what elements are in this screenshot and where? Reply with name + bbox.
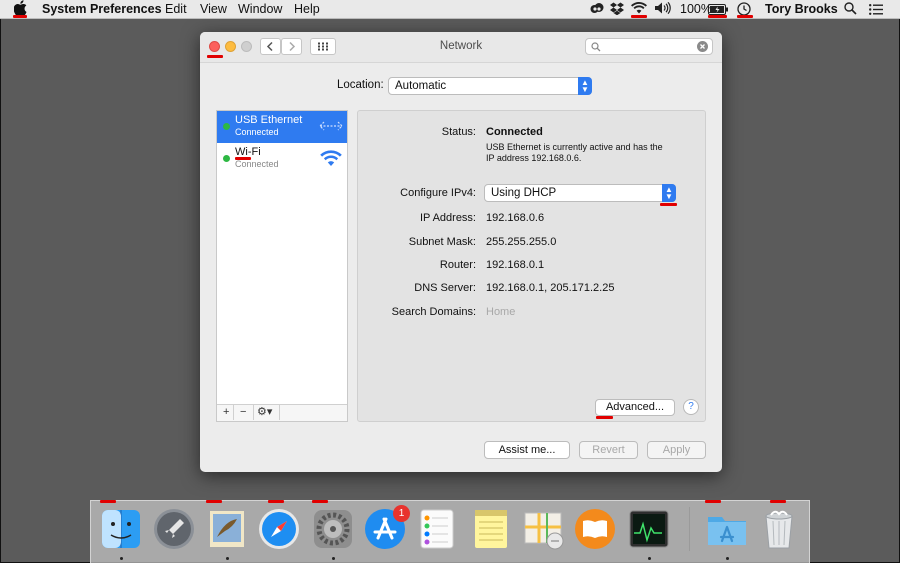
launchpad-icon[interactable] <box>152 507 196 551</box>
running-indicator <box>648 557 651 560</box>
service-list: USB Ethernet Connected Wi-Fi Connected +… <box>216 110 348 422</box>
annotation-mark <box>660 203 677 206</box>
notification-center-icon[interactable] <box>869 3 883 19</box>
annotation-mark <box>235 157 251 160</box>
add-service-button[interactable]: + <box>223 405 229 420</box>
divider <box>253 405 254 420</box>
gear-menu-button[interactable]: ⚙▾ <box>257 405 272 420</box>
service-name: USB Ethernet <box>235 114 303 126</box>
status-label: Status: <box>441 126 476 138</box>
status-value: Connected <box>486 126 543 138</box>
search-domains-label: Search Domains: <box>391 306 476 318</box>
router-value: 192.168.0.1 <box>486 259 545 271</box>
configure-ipv4-popup[interactable]: Using DHCP ▲ ▼ <box>484 184 676 202</box>
ip-address-label: IP Address: <box>419 212 476 224</box>
divider <box>279 405 280 420</box>
assist-me-button[interactable]: Assist me... <box>484 441 570 459</box>
running-indicator <box>332 557 335 560</box>
annotation-mark <box>596 416 613 419</box>
subnet-mask-value: 255.255.255.0 <box>486 236 557 248</box>
spotlight-icon[interactable] <box>844 2 857 19</box>
search-field[interactable] <box>585 38 713 55</box>
app-store-icon[interactable]: 1 <box>363 505 410 551</box>
help-button[interactable]: ? <box>683 399 699 415</box>
activity-monitor-icon[interactable] <box>627 507 671 551</box>
search-icon <box>591 42 601 52</box>
title-bar: Network <box>200 32 722 63</box>
status-dot-green <box>223 123 230 130</box>
app-menu-name[interactable]: System Preferences <box>42 1 162 17</box>
dock: 1 <box>90 500 810 563</box>
annotation-mark <box>207 55 223 58</box>
divider <box>233 405 234 420</box>
remove-service-button[interactable]: − <box>240 405 246 420</box>
notes-icon[interactable] <box>469 507 513 551</box>
location-popup[interactable]: Automatic ▲ ▼ <box>388 77 592 95</box>
ethernet-arrows-icon <box>319 121 343 131</box>
annotation-mark <box>708 15 727 18</box>
annotation-mark <box>268 500 284 503</box>
apply-button[interactable]: Apply <box>647 441 706 459</box>
dropbox-icon[interactable] <box>610 2 624 19</box>
ip-address-value: 192.168.0.6 <box>486 212 545 224</box>
annotation-mark <box>312 500 328 503</box>
service-status: Connected <box>235 159 279 169</box>
annotation-mark <box>206 500 222 503</box>
app-store-badge: 1 <box>393 505 410 522</box>
configure-ipv4-value: Using DHCP <box>491 187 557 199</box>
annotation-mark <box>770 500 786 503</box>
status-dot-green <box>223 155 230 162</box>
user-name[interactable]: Tory Brooks <box>765 1 838 17</box>
ibooks-icon[interactable] <box>573 507 617 551</box>
dock-divider <box>689 507 690 551</box>
running-indicator <box>226 557 229 560</box>
status-description-line1: USB Ethernet is currently active and has… <box>486 142 663 152</box>
service-usb-ethernet[interactable]: USB Ethernet Connected <box>217 111 347 143</box>
status-description-line2: IP address 192.168.0.6. <box>486 153 582 163</box>
safari-icon[interactable] <box>257 507 301 551</box>
applications-folder-icon[interactable] <box>705 507 749 551</box>
configure-ipv4-label: Configure IPv4: <box>400 187 476 199</box>
dns-server-label: DNS Server: <box>414 282 476 294</box>
search-domains-value: Home <box>486 306 516 318</box>
annotation-mark <box>737 15 753 18</box>
menu-edit[interactable]: Edit <box>165 1 187 17</box>
updown-arrows-icon: ▲ ▼ <box>662 184 676 202</box>
trash-icon[interactable] <box>757 507 801 551</box>
annotation-mark <box>705 500 721 503</box>
router-label: Router: <box>439 259 476 271</box>
subnet-mask-label: Subnet Mask: <box>408 236 476 248</box>
menu-bar: System Preferences Edit View Window Help… <box>0 0 900 19</box>
finder-icon[interactable] <box>99 507 143 551</box>
service-status: Connected <box>235 127 279 137</box>
annotation-mark <box>100 500 116 503</box>
updown-arrows-icon: ▲ ▼ <box>578 77 592 95</box>
location-value: Automatic <box>395 80 447 92</box>
location-label: Location: <box>337 79 384 91</box>
menu-help[interactable]: Help <box>294 1 320 17</box>
menu-view[interactable]: View <box>200 1 227 17</box>
annotation-mark <box>13 15 27 18</box>
running-indicator <box>726 557 729 560</box>
details-pane: Status: Connected USB Ethernet is curren… <box>357 110 706 422</box>
annotation-mark <box>631 15 647 18</box>
reminders-icon[interactable] <box>415 507 459 551</box>
volume-icon[interactable] <box>655 1 672 18</box>
network-preferences-window: Network Location: Automatic ▲ ▼ USB Ether… <box>200 32 722 472</box>
maps-icon[interactable] <box>521 507 565 551</box>
mail-icon[interactable] <box>205 507 249 551</box>
dns-server-value: 192.168.0.1, 205.171.2.25 <box>486 282 615 294</box>
wifi-icon <box>320 150 342 166</box>
revert-button[interactable]: Revert <box>579 441 638 459</box>
clear-search-icon[interactable] <box>697 41 708 52</box>
service-list-footer: + − ⚙▾ <box>217 404 347 421</box>
advanced-button[interactable]: Advanced... <box>595 399 675 416</box>
running-indicator <box>120 557 123 560</box>
creative-cloud-icon[interactable] <box>590 2 604 19</box>
menu-window[interactable]: Window <box>238 1 282 17</box>
system-preferences-icon[interactable] <box>311 507 355 551</box>
